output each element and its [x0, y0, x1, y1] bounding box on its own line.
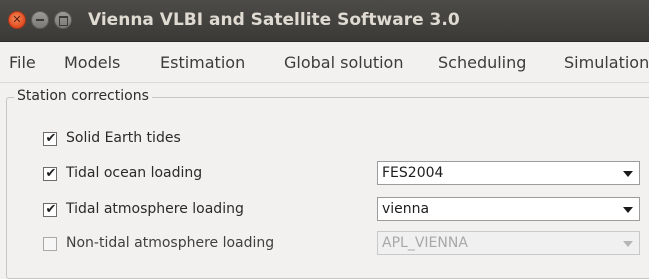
- menu-models[interactable]: Models: [64, 53, 120, 72]
- menu-simulation[interactable]: Simulation: [564, 53, 649, 72]
- menu-estimation[interactable]: Estimation: [160, 53, 245, 72]
- tidal-ocean-loading-model-value: FES2004: [382, 165, 444, 181]
- check-icon: ✔: [45, 166, 57, 181]
- non-tidal-atmosphere-loading-model-value: APL_VIENNA: [382, 235, 468, 251]
- dropdown-arrow-icon: [623, 207, 633, 213]
- dropdown-arrow-icon: [623, 241, 633, 247]
- tidal-ocean-loading-label: Tidal ocean loading: [66, 165, 203, 181]
- tidal-atmosphere-loading-model-select[interactable]: vienna: [377, 197, 640, 221]
- window-maximize-button[interactable]: [54, 11, 72, 29]
- non-tidal-atmosphere-loading-checkbox[interactable]: [43, 237, 57, 251]
- menu-bar: File Models Estimation Global solution S…: [0, 42, 649, 83]
- tidal-ocean-loading-checkbox[interactable]: ✔: [43, 166, 57, 181]
- check-icon: ✔: [45, 202, 57, 217]
- menu-scheduling[interactable]: Scheduling: [438, 53, 526, 72]
- window-title: Vienna VLBI and Satellite Software 3.0: [88, 10, 460, 30]
- maximize-icon: [59, 16, 68, 26]
- tidal-atmosphere-loading-model-value: vienna: [382, 201, 430, 217]
- non-tidal-atmosphere-loading-label: Non-tidal atmosphere loading: [66, 235, 275, 251]
- tidal-atmosphere-loading-checkbox[interactable]: ✔: [43, 202, 57, 217]
- dropdown-arrow-icon: [623, 171, 633, 177]
- window-titlebar: ✕ Vienna VLBI and Satellite Software 3.0: [0, 0, 649, 42]
- non-tidal-atmosphere-loading-model-select[interactable]: APL_VIENNA: [377, 231, 640, 255]
- tidal-atmosphere-loading-label: Tidal atmosphere loading: [66, 201, 244, 217]
- tidal-ocean-loading-model-select[interactable]: FES2004: [377, 161, 640, 185]
- solid-earth-tides-label: Solid Earth tides: [66, 130, 181, 146]
- window-minimize-button[interactable]: [31, 11, 49, 29]
- window-close-button[interactable]: ✕: [8, 11, 26, 29]
- menu-global-solution[interactable]: Global solution: [284, 53, 403, 72]
- close-icon: ✕: [12, 13, 22, 26]
- station-corrections-title: Station corrections: [14, 88, 152, 104]
- check-icon: ✔: [45, 131, 57, 146]
- minimize-icon: [36, 19, 44, 21]
- menu-file[interactable]: File: [9, 53, 36, 72]
- solid-earth-tides-checkbox[interactable]: ✔: [43, 131, 57, 146]
